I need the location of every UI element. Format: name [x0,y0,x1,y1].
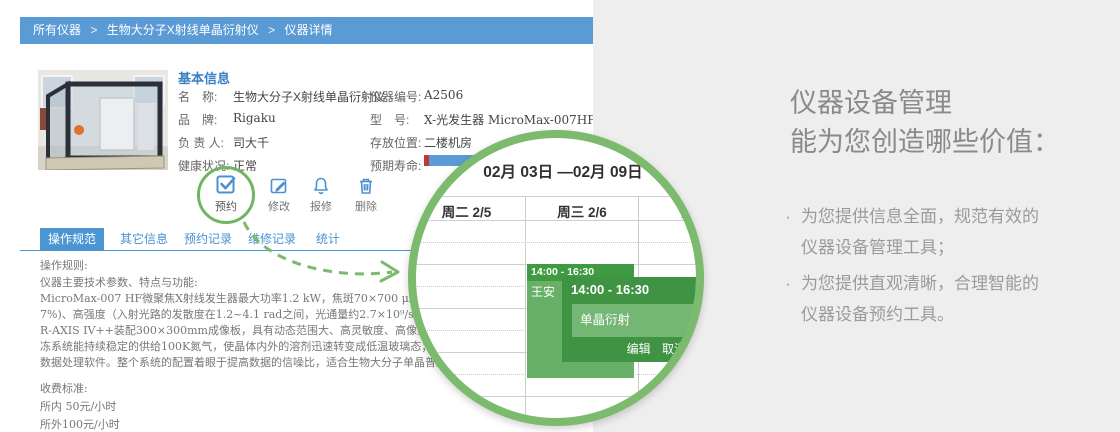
breadcrumb-item-detail: 仪器详情 [284,23,333,37]
bell-icon [314,177,328,195]
check-square-icon [216,175,236,194]
event-popup: 14:00 - 16:30 单晶衍射 编辑 取消 [562,277,696,362]
delete-button[interactable]: 删除 [340,176,392,214]
calendar-column-line [525,196,526,418]
bullet-marker: · [785,207,791,226]
bullet-text: 为您提供信息全面，规范有效的 [801,207,1039,226]
field-value-model: X-光发生器 MicroMax-007HF [424,113,596,127]
promo-heading-line1: 仪器设备管理 [790,88,952,118]
breadcrumb-separator: > [90,23,98,37]
popup-edit-button[interactable]: 编辑 [627,342,651,356]
breadcrumb-separator: > [268,23,276,37]
page: 所有仪器 > 生物大分子X射线单晶衍射仪 > 仪器详情 基本信息 名 称: 生物… [0,0,1120,432]
field-label-serial: 仪器编号: [370,90,422,104]
breadcrumb-item-instrument[interactable]: 生物大分子X射线单晶衍射仪 [107,23,259,37]
breadcrumb: 所有仪器 > 生物大分子X射线单晶衍射仪 > 仪器详情 [20,17,593,44]
popup-event-title: 单晶衍射 [580,313,631,327]
field-label-manager: 负 责 人: [178,136,225,150]
fee-internal: 所内 50元/小时 [40,400,117,413]
bullet-text: 为您提供直观清晰，合理智能的 [801,274,1039,293]
popup-event-box: 单晶衍射 [572,304,696,337]
operation-line: 操作规则: [40,259,88,272]
operation-line: 仪器主要技术参数、特点与功能: [40,276,198,289]
promo-heading-line2: 能为您创造哪些价值： [790,127,1060,157]
reserve-button[interactable]: 预约 [200,172,252,214]
field-label-name: 名 称: [178,90,218,104]
calendar-gridline [416,220,696,221]
promo-heading: 仪器设备管理 能为您创造哪些价值： [790,84,1060,162]
breadcrumb-item-all-instruments[interactable]: 所有仪器 [33,23,81,37]
tab-other-info[interactable]: 其它信息 [112,228,176,250]
fee-title: 收费标准: [40,382,88,395]
field-label-lifespan: 预期寿命: [370,159,422,173]
fee-external: 所外100元/小时 [40,418,120,431]
calendar-view: 02月 03日 —02月 09日 周二 2/5 周三 2/6 周四 14:00 … [416,138,697,418]
promo-bullet: · 为您提供直观清晰，合理智能的 仪器设备预约工具。 [785,268,1039,330]
bullet-marker: · [785,274,791,293]
trash-icon [360,178,372,194]
bullet-text: 仪器设备预约工具。 [801,305,954,324]
day-header-wed: 周三 2/6 [557,205,607,220]
popup-time: 14:00 - 16:30 [571,282,650,297]
basic-info-title: 基本信息 [178,71,231,86]
field-value-brand: Rigaku [233,111,276,125]
field-value-name: 生物大分子X射线单晶衍射仪 [233,90,386,104]
calendar-gridline [416,396,696,397]
calendar-week-range: 02月 03日 —02月 09日 [483,164,643,181]
promo-bullet: · 为您提供信息全面，规范有效的 仪器设备管理工具； [785,201,1039,263]
equipment-photo [38,70,168,170]
popup-actions: 编辑 取消 [619,340,686,357]
reserve-to-calendar-arrow [242,221,400,283]
bullet-text: 仪器设备管理工具； [801,238,954,257]
day-header-thu: 周四 [681,205,697,220]
field-value-serial: A2506 [424,88,464,102]
calendar-gridline [416,242,696,243]
field-label-location: 存放位置: [370,136,422,150]
tab-reservation-records[interactable]: 预约记录 [176,228,240,250]
edit-icon [270,178,287,194]
magnifier-circle: 02月 03日 —02月 09日 周二 2/5 周三 2/6 周四 14:00 … [408,130,704,426]
calendar-gridline [416,196,696,197]
popup-cancel-button[interactable]: 取消 [662,342,686,356]
tab-operation-spec[interactable]: 操作规范 [40,228,104,250]
field-value-manager: 司大千 [233,136,270,150]
field-label-brand: 品 牌: [178,113,218,127]
promo-bullets: · 为您提供信息全面，规范有效的 仪器设备管理工具； · 为您提供直观清晰，合理… [785,201,1039,335]
day-header-tue: 周二 2/5 [441,205,492,220]
field-label-model: 型 号: [370,113,410,127]
